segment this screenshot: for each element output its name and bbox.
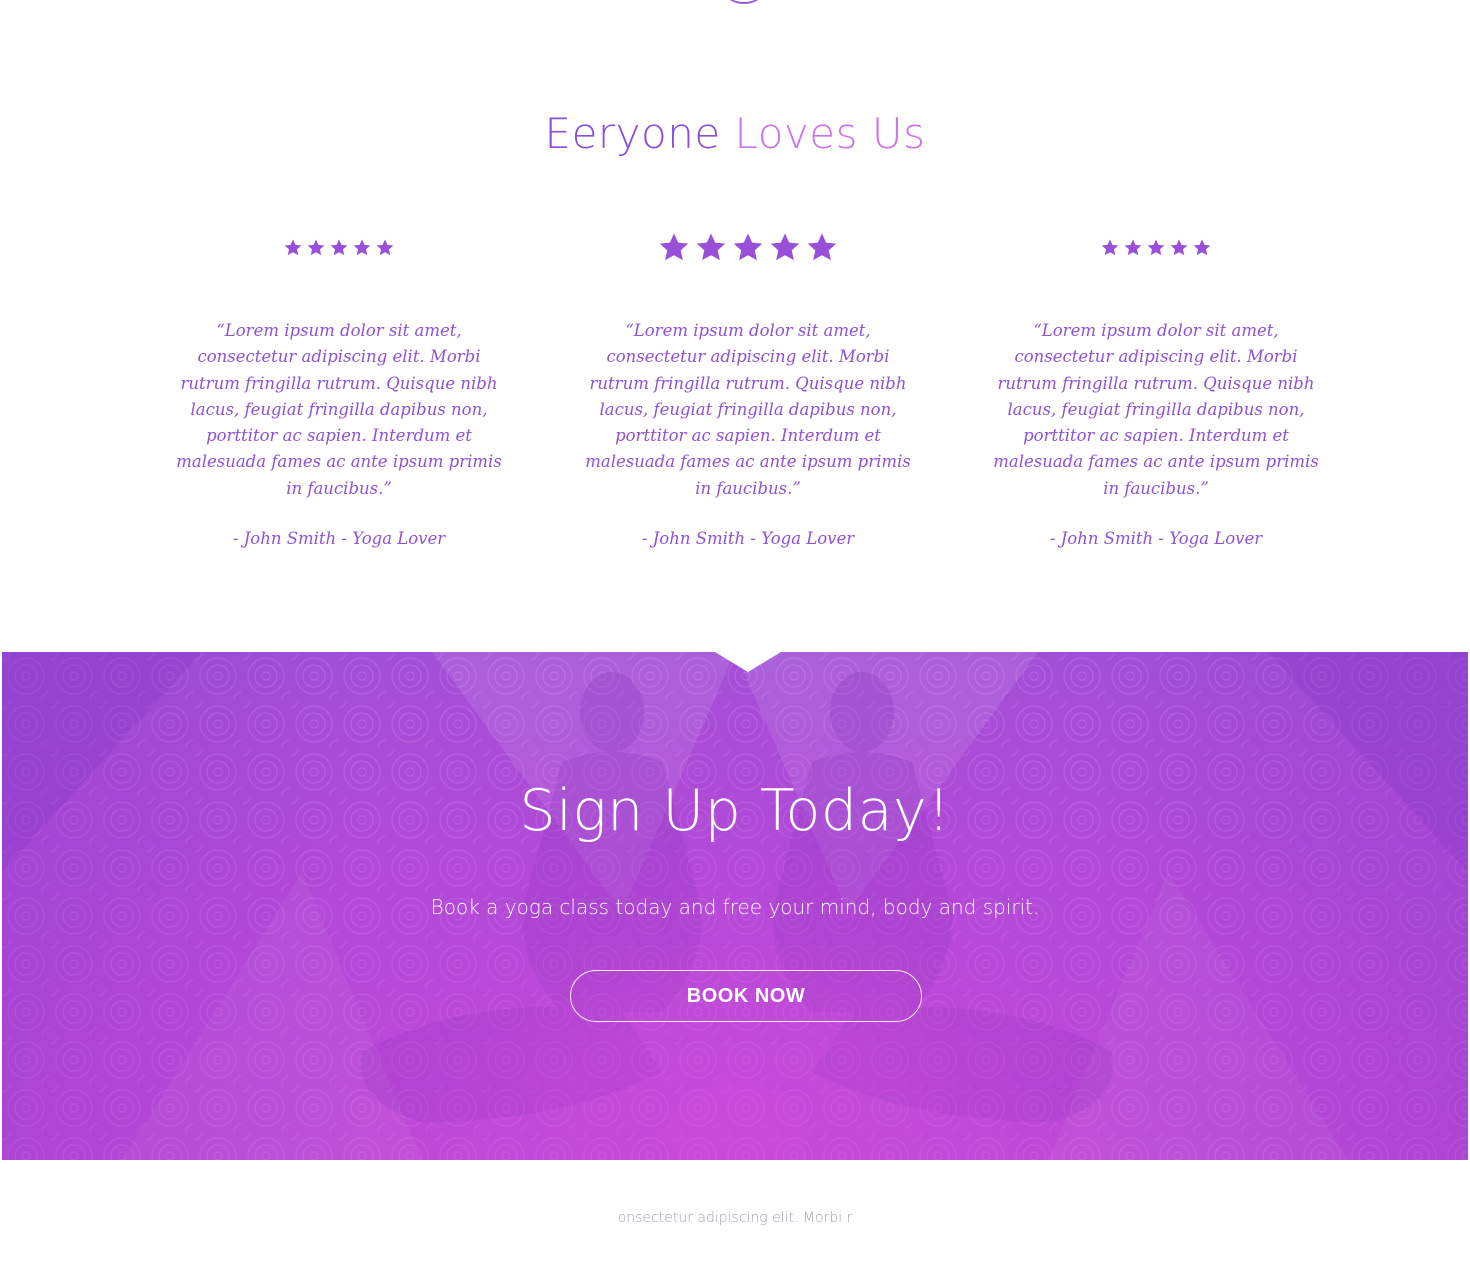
testimonial-author: - John Smith - Yoga Lover	[641, 529, 855, 549]
signup-subtitle: Book a yoga class today and free your mi…	[430, 895, 1040, 919]
testimonials-title: Eeryone Loves Us	[0, 108, 1470, 160]
star-icon	[1146, 238, 1166, 258]
testimonial-author: - John Smith - Yoga Lover	[232, 529, 446, 549]
testimonials-title-primary: Eeryone	[544, 109, 721, 158]
star-icon	[731, 231, 765, 265]
book-now-button[interactable]: BOOK NOW	[570, 970, 922, 1022]
star-icon	[375, 238, 395, 258]
signup-banner: Sign Up Today! Book a yoga class today a…	[2, 652, 1468, 1160]
footer-text: onsectetur adipiscing elit. Morbi r	[617, 1210, 853, 1226]
star-icon	[657, 231, 691, 265]
testimonial-card: “Lorem ipsum dolor sit amet, consectetur…	[986, 228, 1326, 550]
testimonial-author: - John Smith - Yoga Lover	[1049, 529, 1263, 549]
star-icon	[306, 238, 326, 258]
testimonial-card: “Lorem ipsum dolor sit amet, consectetur…	[169, 228, 509, 550]
star-icon	[1192, 238, 1212, 258]
section-divider-circle	[717, 0, 771, 4]
signup-title: Sign Up Today!	[519, 778, 951, 844]
testimonial-quote: “Lorem ipsum dolor sit amet, consectetur…	[176, 321, 502, 498]
star-icon	[805, 231, 839, 265]
star-icon	[1169, 238, 1189, 258]
testimonial-quote: “Lorem ipsum dolor sit amet, consectetur…	[993, 321, 1319, 498]
star-icon	[1100, 238, 1120, 258]
star-rating	[578, 228, 918, 268]
testimonials-title-accent: Loves Us	[734, 109, 926, 158]
star-rating	[169, 228, 509, 268]
star-icon	[329, 238, 349, 258]
testimonial-quote: “Lorem ipsum dolor sit amet, consectetur…	[585, 321, 911, 498]
star-rating	[986, 228, 1326, 268]
testimonial-card: “Lorem ipsum dolor sit amet, consectetur…	[578, 228, 918, 550]
page: Eeryone Loves Us “Lorem ipsum dolor sit …	[0, 0, 1470, 1288]
star-icon	[1123, 238, 1143, 258]
star-icon	[283, 238, 303, 258]
banner-notch	[715, 652, 781, 672]
star-icon	[694, 231, 728, 265]
star-icon	[768, 231, 802, 265]
star-icon	[352, 238, 372, 258]
